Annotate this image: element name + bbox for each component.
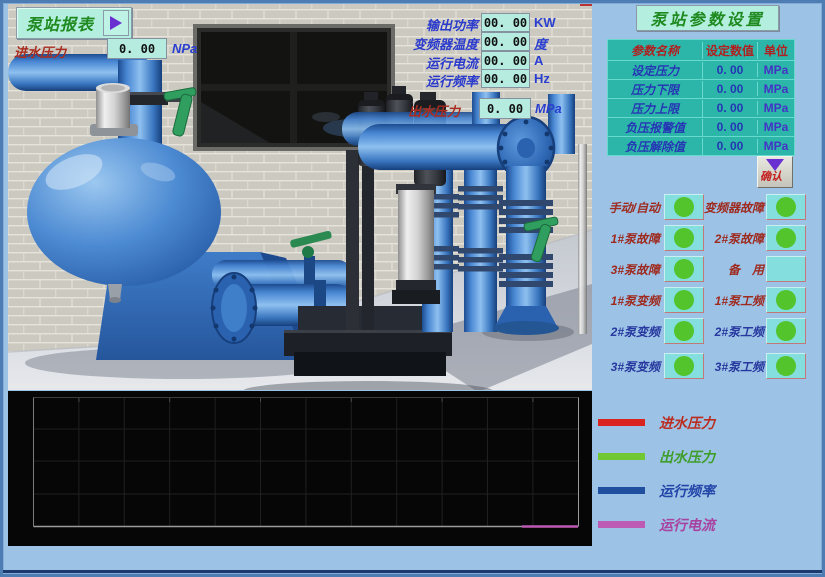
settings-table-header: 参数名称设定数值单位	[608, 40, 794, 60]
param-unit: MPa	[758, 139, 794, 153]
status-label: 变频器故障	[700, 199, 764, 216]
status-lamp-box	[766, 194, 806, 220]
output-power-unit: KW	[534, 15, 556, 30]
status-lamp	[674, 228, 694, 248]
running-current-value: 00. 00	[481, 51, 530, 70]
status-label: 1#泵变频	[592, 292, 660, 309]
confirm-button[interactable]: 确认	[757, 156, 793, 188]
legend-line-swatch	[598, 419, 645, 426]
settings-table-row: 压力下限0. 00MPa	[608, 79, 794, 98]
status-label: 1#泵工频	[700, 292, 764, 309]
param-name: 负压报警值	[608, 119, 703, 136]
status-lamp	[776, 290, 796, 310]
settings-table: 参数名称设定数值单位设定压力0. 00MPa压力下限0. 00MPa压力上限0.…	[607, 39, 795, 156]
manual-auto-toggle[interactable]	[664, 194, 704, 220]
status-lamp-box	[766, 225, 806, 251]
param-set-value[interactable]: 0. 00	[703, 82, 758, 96]
legend-label: 进水压力	[659, 413, 715, 433]
inlet-pressure-label: 进水压力	[14, 42, 66, 61]
right-triangle-icon	[110, 16, 122, 30]
status-lamp-box	[664, 287, 704, 313]
status-lamp-box	[766, 318, 806, 344]
status-lamp	[776, 321, 796, 341]
legend-line-swatch	[598, 453, 645, 460]
status-label: 2#泵变频	[592, 323, 660, 340]
running-freq-label: 运行频率	[338, 71, 478, 90]
status-label: 3#泵工频	[700, 358, 764, 375]
param-unit: MPa	[758, 82, 794, 96]
report-button[interactable]: 泵站报表	[16, 7, 132, 39]
param-name: 压力上限	[608, 100, 703, 117]
legend-line-swatch	[598, 487, 645, 494]
status-lamp-box	[766, 256, 806, 282]
param-unit: MPa	[758, 120, 794, 134]
legend-label: 运行频率	[659, 481, 715, 501]
output-power-label: 输出功率	[338, 15, 478, 34]
running-freq-unit: Hz	[534, 71, 550, 86]
param-name: 压力下限	[608, 81, 703, 98]
param-unit: MPa	[758, 101, 794, 115]
legend-line-swatch	[598, 521, 645, 528]
pump-station-hmi: 泵站报表 进水压力 0. 00 NPa 输出功率 00. 00 KW 变频器温度…	[0, 0, 825, 577]
status-lamp	[674, 290, 694, 310]
settings-table-row: 负压解除值0. 00MPa	[608, 136, 794, 155]
inverter-temp-label: 变频器温度	[338, 34, 478, 53]
inlet-pressure-unit: NPa	[172, 41, 197, 56]
status-lamp-box	[664, 225, 704, 251]
param-set-value[interactable]: 0. 00	[703, 101, 758, 115]
report-button-label: 泵站报表	[17, 11, 103, 35]
status-label: 2#泵工频	[700, 323, 764, 340]
settings-col-header: 设定数值	[703, 42, 758, 59]
trend-chart-grid	[8, 391, 592, 546]
status-label: 3#泵故障	[592, 261, 660, 278]
status-lamp	[776, 356, 796, 376]
legend-label: 出水压力	[659, 447, 715, 467]
status-lamp	[776, 228, 796, 248]
settings-col-header: 参数名称	[608, 42, 703, 59]
outlet-pressure-value: 0. 00	[479, 98, 531, 119]
outlet-pressure-label: 出水压力	[408, 101, 460, 120]
param-set-value[interactable]: 0. 00	[703, 139, 758, 153]
status-lamp	[674, 259, 694, 279]
inverter-temp-unit: 度	[534, 34, 547, 53]
status-label: 手动/自动	[592, 199, 660, 216]
status-lamp	[674, 321, 694, 341]
inlet-pressure-value: 0. 00	[107, 38, 167, 59]
status-label: 3#泵变频	[592, 358, 660, 375]
param-set-value[interactable]: 0. 00	[703, 120, 758, 134]
legend-label: 运行电流	[659, 515, 715, 535]
param-unit: MPa	[758, 63, 794, 77]
status-lamp-box	[766, 353, 806, 379]
play-icon[interactable]	[103, 10, 129, 36]
status-lamp-box	[664, 256, 704, 282]
status-lamp	[674, 356, 694, 376]
param-name: 设定压力	[608, 62, 703, 79]
param-name: 负压解除值	[608, 138, 703, 155]
confirm-button-label: 确认	[760, 168, 782, 184]
status-lamp-box	[766, 287, 806, 313]
status-label: 1#泵故障	[592, 230, 660, 247]
settings-table-row: 负压报警值0. 00MPa	[608, 117, 794, 136]
settings-col-header: 单位	[758, 42, 794, 59]
status-lamp	[674, 197, 694, 217]
settings-panel-title: 泵站参数设置	[636, 5, 779, 31]
status-label: 备 用	[700, 261, 764, 278]
window-frame-bottom	[3, 570, 822, 573]
outlet-pressure-unit: MPa	[535, 101, 562, 116]
param-set-value[interactable]: 0. 00	[703, 63, 758, 77]
inverter-temp-value: 00. 00	[481, 32, 530, 51]
trend-chart	[8, 391, 592, 546]
settings-table-row: 设定压力0. 00MPa	[608, 60, 794, 79]
status-lamp-box	[664, 318, 704, 344]
settings-table-row: 压力上限0. 00MPa	[608, 98, 794, 117]
status-label: 2#泵故障	[700, 230, 764, 247]
running-current-label: 运行电流	[338, 53, 478, 72]
running-current-unit: A	[534, 53, 543, 68]
status-lamp	[776, 197, 796, 217]
status-lamp-box	[664, 353, 704, 379]
output-power-value: 00. 00	[481, 13, 530, 32]
running-freq-value: 00. 00	[481, 69, 530, 88]
